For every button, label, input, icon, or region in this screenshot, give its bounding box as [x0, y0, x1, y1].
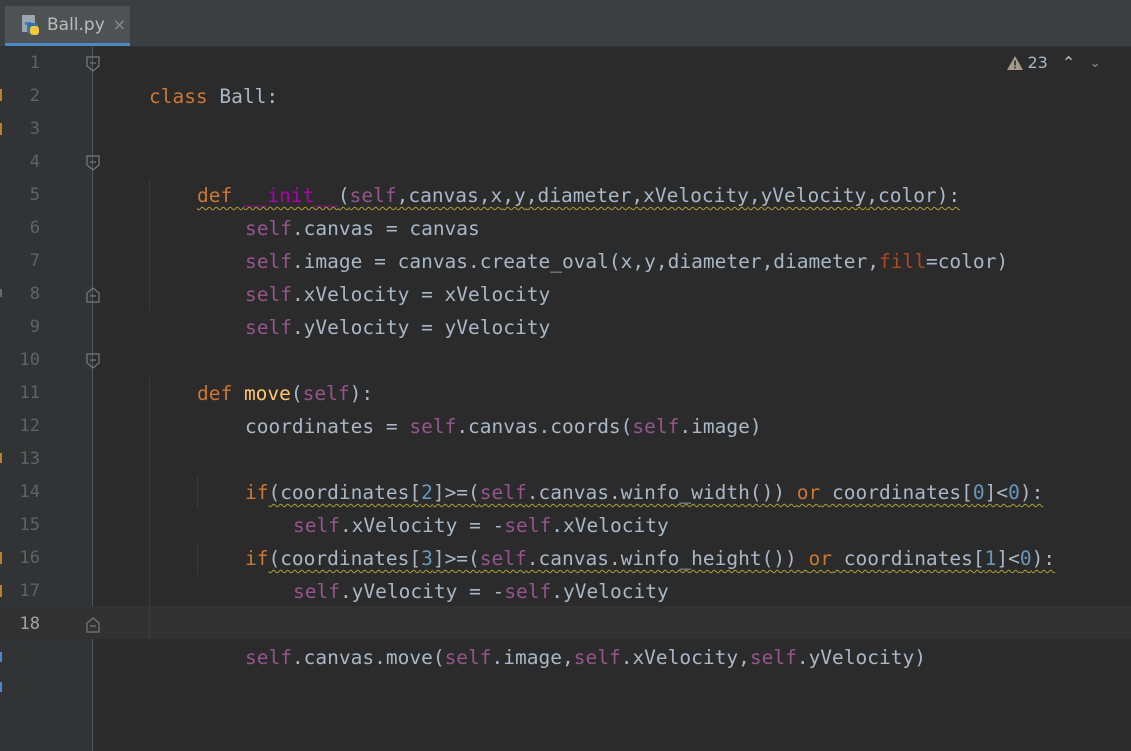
- warning-count: 23: [1027, 53, 1048, 72]
- close-icon[interactable]: ×: [113, 15, 126, 34]
- expr: coordinates[: [820, 481, 973, 504]
- statement: .yVelocity = -: [339, 580, 505, 603]
- param: ,y: [502, 184, 526, 207]
- next-highlight-icon[interactable]: ⌄: [1089, 55, 1101, 71]
- statement: coordinates =: [244, 415, 410, 438]
- fold-open-icon[interactable]: [86, 56, 100, 72]
- number: 1: [984, 547, 997, 570]
- line-number[interactable]: 18: [0, 608, 40, 641]
- paren: ):: [936, 184, 961, 207]
- arg: ,y: [632, 250, 656, 273]
- fold-close-icon[interactable]: [86, 617, 100, 633]
- editor-tab-bar: Ball.py ×: [0, 0, 1131, 47]
- line-number[interactable]: 5: [0, 179, 40, 212]
- code-line-18[interactable]: self.canvas.move(self.image,self.xVeloci…: [198, 608, 926, 707]
- line-number[interactable]: 6: [0, 212, 40, 245]
- self-keyword: self: [409, 415, 457, 438]
- line-number[interactable]: 9: [0, 311, 40, 344]
- comma: ,: [867, 250, 879, 273]
- line-number[interactable]: 14: [0, 476, 40, 509]
- number: 0: [972, 481, 985, 504]
- comma: ,: [738, 646, 750, 669]
- self-keyword: self: [292, 580, 340, 603]
- warning-triangle-icon: [1006, 55, 1023, 70]
- line-number[interactable]: 15: [0, 509, 40, 542]
- self-keyword: self: [244, 316, 292, 339]
- param: ,color: [866, 184, 937, 207]
- self-keyword: self: [573, 646, 621, 669]
- keyword-class: class: [148, 85, 208, 108]
- keyword-or: or: [796, 481, 821, 504]
- self-keyword: self: [444, 646, 492, 669]
- statement: .image): [679, 415, 762, 438]
- line-number[interactable]: 10: [0, 344, 40, 377]
- param: ,x: [478, 184, 503, 207]
- param: ,xVelocity: [631, 184, 749, 207]
- expr: ]<: [996, 547, 1020, 570]
- number: 0: [1019, 547, 1032, 570]
- line-number[interactable]: 4: [0, 146, 40, 179]
- line-number[interactable]: 16: [0, 542, 40, 575]
- statement: .xVelocity: [620, 646, 739, 669]
- arg: ,diameter: [655, 250, 762, 273]
- fold-open-icon[interactable]: [86, 155, 100, 171]
- arg: =color): [925, 250, 1009, 273]
- param: ,yVelocity: [748, 184, 867, 207]
- fold-open-icon[interactable]: [86, 353, 100, 369]
- statement: .yVelocity = yVelocity: [291, 316, 551, 339]
- tab-ball-py[interactable]: Ball.py ×: [5, 6, 130, 46]
- statement: .canvas.coords(: [456, 415, 633, 438]
- python-file-icon: [19, 14, 41, 36]
- number: 0: [1008, 481, 1020, 504]
- gutter-separator: [92, 47, 93, 751]
- paren: ): [914, 646, 926, 669]
- line-number[interactable]: 11: [0, 377, 40, 410]
- line-number[interactable]: 17: [0, 575, 40, 608]
- statement: .image: [491, 646, 562, 669]
- keyword-arg: fill: [878, 250, 926, 273]
- line-number[interactable]: 1: [0, 47, 40, 80]
- expr: ):: [1031, 547, 1056, 570]
- line-number[interactable]: 13: [0, 443, 40, 476]
- inspection-widget[interactable]: 23 ⌃ ⌄: [1006, 53, 1101, 72]
- tab-label: Ball.py: [47, 14, 105, 35]
- line-number[interactable]: 2: [0, 80, 40, 113]
- line-number[interactable]: 8: [0, 278, 40, 311]
- line-number[interactable]: 3: [0, 113, 40, 146]
- keyword-or: or: [808, 547, 833, 570]
- statement: .yVelocity: [796, 646, 915, 669]
- self-keyword: self: [504, 580, 552, 603]
- self-keyword: self: [244, 646, 292, 669]
- comma: ,: [561, 646, 574, 669]
- expr: coordinates[: [832, 547, 985, 570]
- line-number[interactable]: 12: [0, 410, 40, 443]
- class-name: Ball:: [207, 85, 279, 108]
- param: ,diameter: [525, 184, 632, 207]
- code-line-1[interactable]: class Ball:: [102, 47, 278, 146]
- expr: ):: [1019, 481, 1044, 504]
- previous-highlight-icon[interactable]: ⌃: [1062, 53, 1075, 72]
- statement: .canvas.move(: [291, 646, 445, 669]
- arg: ,diameter: [761, 250, 868, 273]
- self-keyword: self: [749, 646, 797, 669]
- fold-close-icon[interactable]: [86, 287, 100, 303]
- self-keyword: self: [632, 415, 680, 438]
- line-number[interactable]: 7: [0, 245, 40, 278]
- statement: .yVelocity: [551, 580, 669, 603]
- expr: ]<: [984, 481, 1009, 504]
